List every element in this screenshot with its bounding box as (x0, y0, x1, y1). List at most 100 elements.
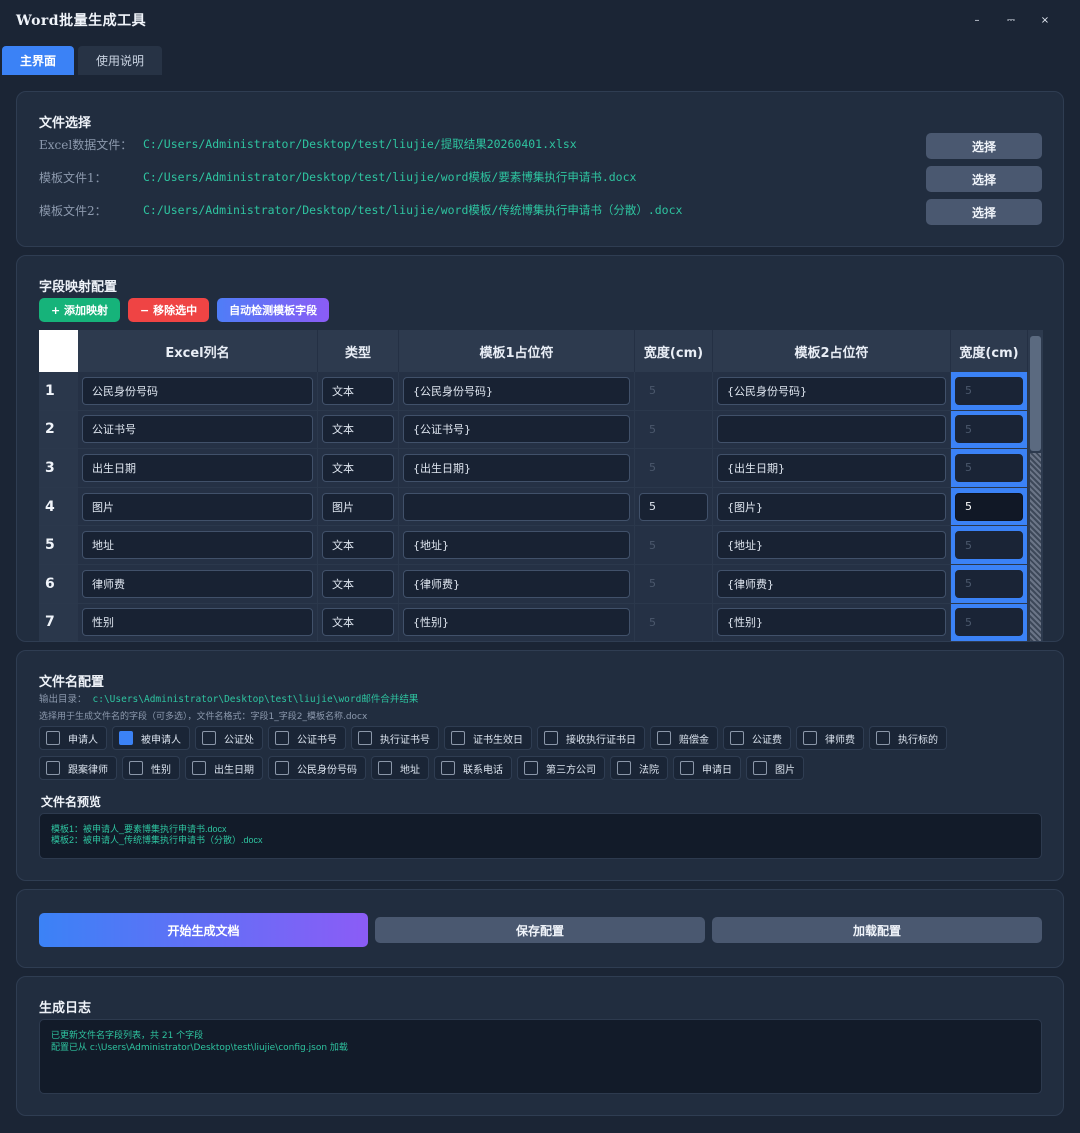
checkbox-empty-icon[interactable] (441, 761, 455, 775)
table-scrollbar[interactable] (1028, 330, 1043, 641)
checkbox-empty-icon[interactable] (451, 731, 465, 745)
type-input[interactable]: 文本 (322, 531, 394, 560)
table-row[interactable]: 3 出生日期 文本 {出生日期} 5 {出生日期} 5 (39, 449, 1028, 488)
table-cell[interactable]: 5 (951, 372, 1028, 410)
table-cell[interactable]: 5 (635, 526, 713, 564)
table-cell[interactable]: 5 (635, 449, 713, 487)
template1-placeholder-input[interactable]: {公民身份号码} (403, 376, 630, 405)
checkbox-empty-icon[interactable] (730, 731, 744, 745)
table-cell[interactable]: {律师费} (713, 564, 951, 603)
type-input[interactable]: 文本 (322, 608, 394, 637)
table-cell[interactable]: 5 (951, 410, 1028, 449)
excel-column-input[interactable]: 律师费 (82, 569, 313, 598)
width2-input[interactable]: 5 (955, 492, 1023, 521)
checkbox-empty-icon[interactable] (657, 731, 671, 745)
header-type[interactable]: 类型 (318, 330, 399, 372)
excel-column-input[interactable]: 图片 (82, 492, 313, 521)
table-cell[interactable]: 5 (951, 449, 1028, 487)
row-number[interactable]: 3 (39, 449, 78, 487)
select-all-corner[interactable] (39, 330, 78, 372)
type-input[interactable]: 文本 (322, 453, 394, 482)
tab-instructions[interactable]: 使用说明 (78, 46, 163, 75)
field-checkbox[interactable]: 联系电话 (434, 756, 512, 780)
minimize-icon[interactable]: – (970, 13, 984, 27)
table-cell[interactable]: 地址 (78, 526, 318, 564)
template2-placeholder-input[interactable]: {图片} (717, 492, 946, 521)
width1-input[interactable]: 5 (639, 570, 708, 598)
table-cell[interactable]: 文本 (318, 526, 399, 564)
checkbox-empty-icon[interactable] (358, 731, 372, 745)
header-template2-placeholder[interactable]: 模板2占位符 (713, 330, 951, 372)
width2-input[interactable]: 5 (955, 569, 1023, 598)
width2-input[interactable]: 5 (955, 608, 1023, 637)
row-number[interactable]: 6 (39, 564, 78, 603)
width1-input[interactable]: 5 (639, 377, 708, 405)
table-cell[interactable]: {性别} (713, 603, 951, 641)
table-cell[interactable]: 出生日期 (78, 449, 318, 487)
checkbox-empty-icon[interactable] (192, 761, 206, 775)
table-cell[interactable]: 文本 (318, 449, 399, 487)
field-checkbox[interactable]: 性别 (122, 756, 180, 780)
field-checkbox[interactable]: 证书生效日 (444, 726, 532, 750)
table-cell[interactable]: 图片 (78, 487, 318, 526)
checkbox-checked-icon[interactable] (119, 731, 133, 745)
field-checkbox[interactable]: 出生日期 (185, 756, 263, 780)
width2-input[interactable]: 5 (955, 453, 1023, 482)
scrollbar-track[interactable] (1030, 453, 1041, 641)
table-cell[interactable]: 文本 (318, 603, 399, 641)
table-cell[interactable]: 文本 (318, 410, 399, 449)
excel-column-input[interactable]: 性别 (82, 608, 313, 637)
type-input[interactable]: 文本 (322, 376, 394, 405)
template2-placeholder-input[interactable]: {地址} (717, 531, 946, 560)
choose-template1-button[interactable]: 选择 (926, 166, 1042, 192)
checkbox-empty-icon[interactable] (617, 761, 631, 775)
field-checkbox[interactable]: 公证处 (195, 726, 263, 750)
template2-placeholder-input[interactable]: {公民身份号码} (717, 376, 946, 405)
template1-placeholder-input[interactable]: {地址} (403, 531, 630, 560)
table-cell[interactable]: 5 (635, 603, 713, 641)
excel-column-input[interactable]: 出生日期 (82, 453, 313, 482)
remove-selected-button[interactable]: − 移除选中 (128, 298, 210, 322)
table-cell[interactable]: {律师费} (399, 564, 635, 603)
table-cell[interactable]: 5 (951, 603, 1028, 641)
field-checkbox[interactable]: 赔偿金 (650, 726, 718, 750)
field-checkbox[interactable]: 律师费 (796, 726, 864, 750)
auto-detect-button[interactable]: 自动检测模板字段 (217, 298, 330, 322)
row-number[interactable]: 1 (39, 372, 78, 410)
field-checkbox[interactable]: 第三方公司 (517, 756, 605, 780)
width2-input[interactable]: 5 (955, 531, 1023, 560)
header-excel-column[interactable]: Excel列名 (78, 330, 318, 372)
choose-excel-button[interactable]: 选择 (926, 133, 1042, 159)
width1-input[interactable]: 5 (639, 415, 708, 443)
field-checkbox[interactable]: 申请人 (39, 726, 107, 750)
checkbox-empty-icon[interactable] (803, 731, 817, 745)
load-config-button[interactable]: 加载配置 (712, 917, 1042, 943)
table-cell[interactable]: {地址} (399, 526, 635, 564)
checkbox-empty-icon[interactable] (46, 761, 60, 775)
table-cell[interactable]: 律师费 (78, 564, 318, 603)
table-cell[interactable]: 性别 (78, 603, 318, 641)
excel-column-input[interactable]: 公证书号 (82, 415, 313, 444)
table-row[interactable]: 2 公证书号 文本 {公证书号} 5 5 (39, 410, 1028, 450)
field-checkbox[interactable]: 申请日 (673, 756, 741, 780)
table-cell[interactable]: 5 (635, 372, 713, 410)
table-cell[interactable]: 5 (951, 487, 1028, 526)
checkbox-empty-icon[interactable] (129, 761, 143, 775)
field-checkbox[interactable]: 公证费 (723, 726, 791, 750)
close-icon[interactable]: × (1038, 13, 1052, 27)
checkbox-empty-icon[interactable] (46, 731, 60, 745)
field-checkbox[interactable]: 公民身份号码 (268, 756, 366, 780)
header-width1[interactable]: 宽度(cm) (635, 330, 713, 372)
field-checkbox[interactable]: 法院 (610, 756, 668, 780)
checkbox-empty-icon[interactable] (753, 761, 767, 775)
table-cell[interactable]: {性别} (399, 603, 635, 641)
type-input[interactable]: 文本 (322, 415, 394, 444)
checkbox-empty-icon[interactable] (876, 731, 890, 745)
table-row[interactable]: 1 公民身份号码 文本 {公民身份号码} 5 {公民身份号码} 5 (39, 372, 1028, 411)
row-number[interactable]: 7 (39, 603, 78, 641)
log-output[interactable]: 已更新文件名字段列表，共 21 个字段 配置已从 c:\Users\Admini… (39, 1019, 1042, 1094)
tab-main[interactable]: 主界面 (2, 46, 75, 75)
template2-placeholder-input[interactable] (717, 415, 946, 444)
checkbox-empty-icon[interactable] (544, 731, 558, 745)
table-cell[interactable]: 文本 (318, 564, 399, 603)
